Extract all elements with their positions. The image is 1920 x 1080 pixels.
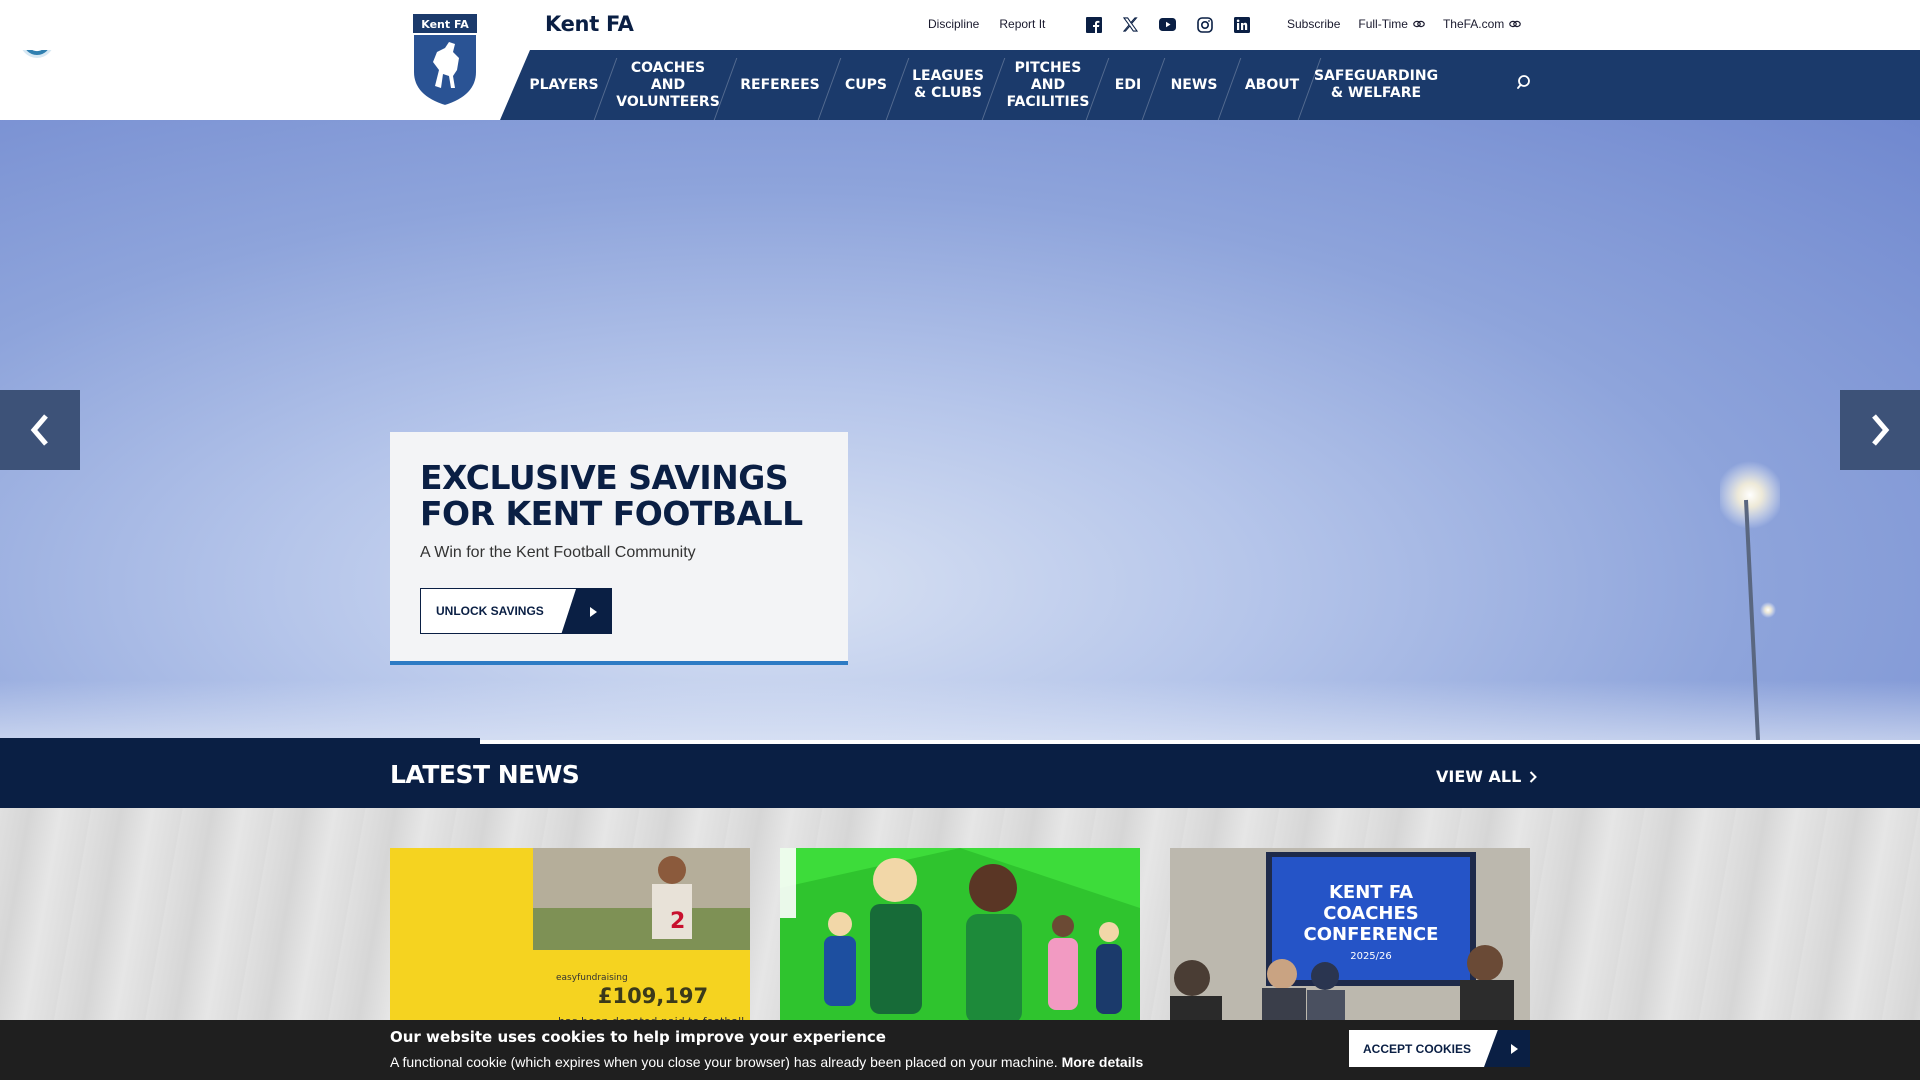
- nav-label: COACHES AND VOLUNTEERS: [616, 59, 720, 110]
- accept-cookies-button[interactable]: ACCEPT COOKIES: [1349, 1030, 1530, 1067]
- x-icon[interactable]: [1122, 16, 1139, 33]
- external-link-icon: [1509, 20, 1522, 28]
- unlock-savings-button[interactable]: UNLOCK SAVINGS: [420, 588, 612, 634]
- latest-news-bar: [0, 744, 1920, 808]
- nav-label: LEAGUES & CLUBS: [912, 68, 984, 101]
- search-icon[interactable]: [1515, 73, 1535, 93]
- nav-referees[interactable]: REFEREES: [728, 50, 832, 120]
- external-link-icon: [1413, 20, 1425, 28]
- svg-text:2: 2: [670, 909, 685, 934]
- more-details-link[interactable]: More details: [1062, 1054, 1144, 1070]
- fulltime-link[interactable]: Full-Time: [1358, 17, 1425, 31]
- facebook-icon[interactable]: [1085, 16, 1102, 33]
- nav-players[interactable]: PLAYERS: [520, 50, 608, 120]
- instagram-icon[interactable]: [1196, 16, 1213, 33]
- news-card-image: 2 £109,197 easyfundraising has been dona…: [530, 848, 750, 1028]
- news-card-image: [780, 848, 1140, 1028]
- nav-label: SAFEGUARDING & WELFARE: [1313, 68, 1439, 101]
- view-all-link[interactable]: VIEW ALL: [1436, 767, 1538, 786]
- youtube-icon[interactable]: [1159, 16, 1176, 33]
- crest-label: Kent FA: [421, 18, 469, 31]
- thefa-label: TheFA.com: [1442, 17, 1505, 31]
- main-nav: PLAYERS COACHES AND VOLUNTEERS REFEREES …: [520, 50, 1440, 120]
- news-card[interactable]: [780, 848, 1140, 1028]
- kent-fa-crest-logo[interactable]: Kent FA: [413, 14, 477, 106]
- news-card[interactable]: 2 £109,197 easyfundraising has been dona…: [390, 848, 750, 1028]
- subscribe-link[interactable]: Subscribe: [1287, 17, 1340, 31]
- fulltime-label: Full-Time: [1358, 17, 1408, 31]
- button-label: UNLOCK SAVINGS: [436, 604, 544, 618]
- nav-label: NEWS: [1170, 76, 1218, 93]
- view-all-label: VIEW ALL: [1436, 767, 1522, 786]
- hero-subtitle: A Win for the Kent Football Community: [420, 544, 696, 561]
- svg-text:CONFERENCE: CONFERENCE: [1304, 924, 1439, 945]
- chevron-left-icon: [30, 414, 48, 446]
- social-links: [1085, 16, 1250, 33]
- button-arrow-tab: [561, 589, 611, 633]
- carousel-prev-button[interactable]: [0, 390, 80, 470]
- latest-news-title: LATEST NEWS: [390, 760, 580, 789]
- caret-right-icon: [590, 607, 597, 617]
- floodlight-image: [1720, 461, 1780, 740]
- nav-coaches[interactable]: COACHES AND VOLUNTEERS: [608, 50, 728, 120]
- cookie-text: A functional cookie (which expires when …: [390, 1054, 1143, 1070]
- linkedin-icon[interactable]: [1233, 16, 1250, 33]
- site-name[interactable]: Kent FA: [545, 12, 634, 36]
- button-arrow-tab: [1484, 1030, 1530, 1067]
- svg-text:COACHES: COACHES: [1323, 903, 1419, 924]
- hero-banner: [0, 120, 1920, 740]
- hero-fade: [0, 680, 1920, 740]
- nav-pitches[interactable]: PITCHES AND FACILITIES: [996, 50, 1100, 120]
- caret-right-icon: [1511, 1043, 1518, 1054]
- cookie-title: Our website uses cookies to help improve…: [390, 1028, 886, 1046]
- nav-safeguarding[interactable]: SAFEGUARDING & WELFARE: [1312, 50, 1440, 120]
- nav-about[interactable]: ABOUT: [1232, 50, 1312, 120]
- cookie-message: A functional cookie (which expires when …: [390, 1054, 1058, 1070]
- card-amount: £109,197: [598, 984, 708, 1008]
- news-card-image: KENT FA COACHES CONFERENCE 2025/26: [1170, 848, 1530, 1028]
- cookie-banner: [0, 1020, 1920, 1080]
- utility-links: Discipline Report It: [928, 17, 1065, 31]
- svg-text:KENT FA: KENT FA: [1329, 882, 1413, 903]
- discipline-link[interactable]: Discipline: [928, 17, 979, 31]
- nav-label: PLAYERS: [529, 76, 599, 93]
- button-label: ACCEPT COOKIES: [1363, 1041, 1472, 1056]
- external-links: Subscribe Full-Time TheFA.com: [1287, 17, 1522, 31]
- chevron-right-icon: [1530, 770, 1538, 783]
- card-caption: 2025/26: [1350, 951, 1392, 962]
- nav-label: EDI: [1114, 76, 1142, 93]
- nav-leagues[interactable]: LEAGUES & CLUBS: [900, 50, 996, 120]
- chevron-right-icon: [1872, 414, 1890, 446]
- report-it-link[interactable]: Report It: [999, 17, 1045, 31]
- card-logo-text: easyfundraising: [556, 973, 628, 983]
- nav-label: ABOUT: [1244, 76, 1300, 93]
- carousel-next-button[interactable]: [1840, 390, 1920, 470]
- hero-title: EXCLUSIVE SAVINGS FOR KENT FOOTBALL: [420, 458, 803, 533]
- nav-label: CUPS: [845, 76, 887, 93]
- hero-card: EXCLUSIVE SAVINGS FOR KENT FOOTBALL A Wi…: [390, 432, 848, 665]
- nav-label: PITCHES AND FACILITIES: [1006, 59, 1090, 110]
- nav-label: REFEREES: [740, 76, 820, 93]
- nav-edi[interactable]: EDI: [1100, 50, 1156, 120]
- thefa-link[interactable]: TheFA.com: [1442, 17, 1522, 31]
- news-card[interactable]: KENT FA COACHES CONFERENCE 2025/26: [1170, 848, 1530, 1028]
